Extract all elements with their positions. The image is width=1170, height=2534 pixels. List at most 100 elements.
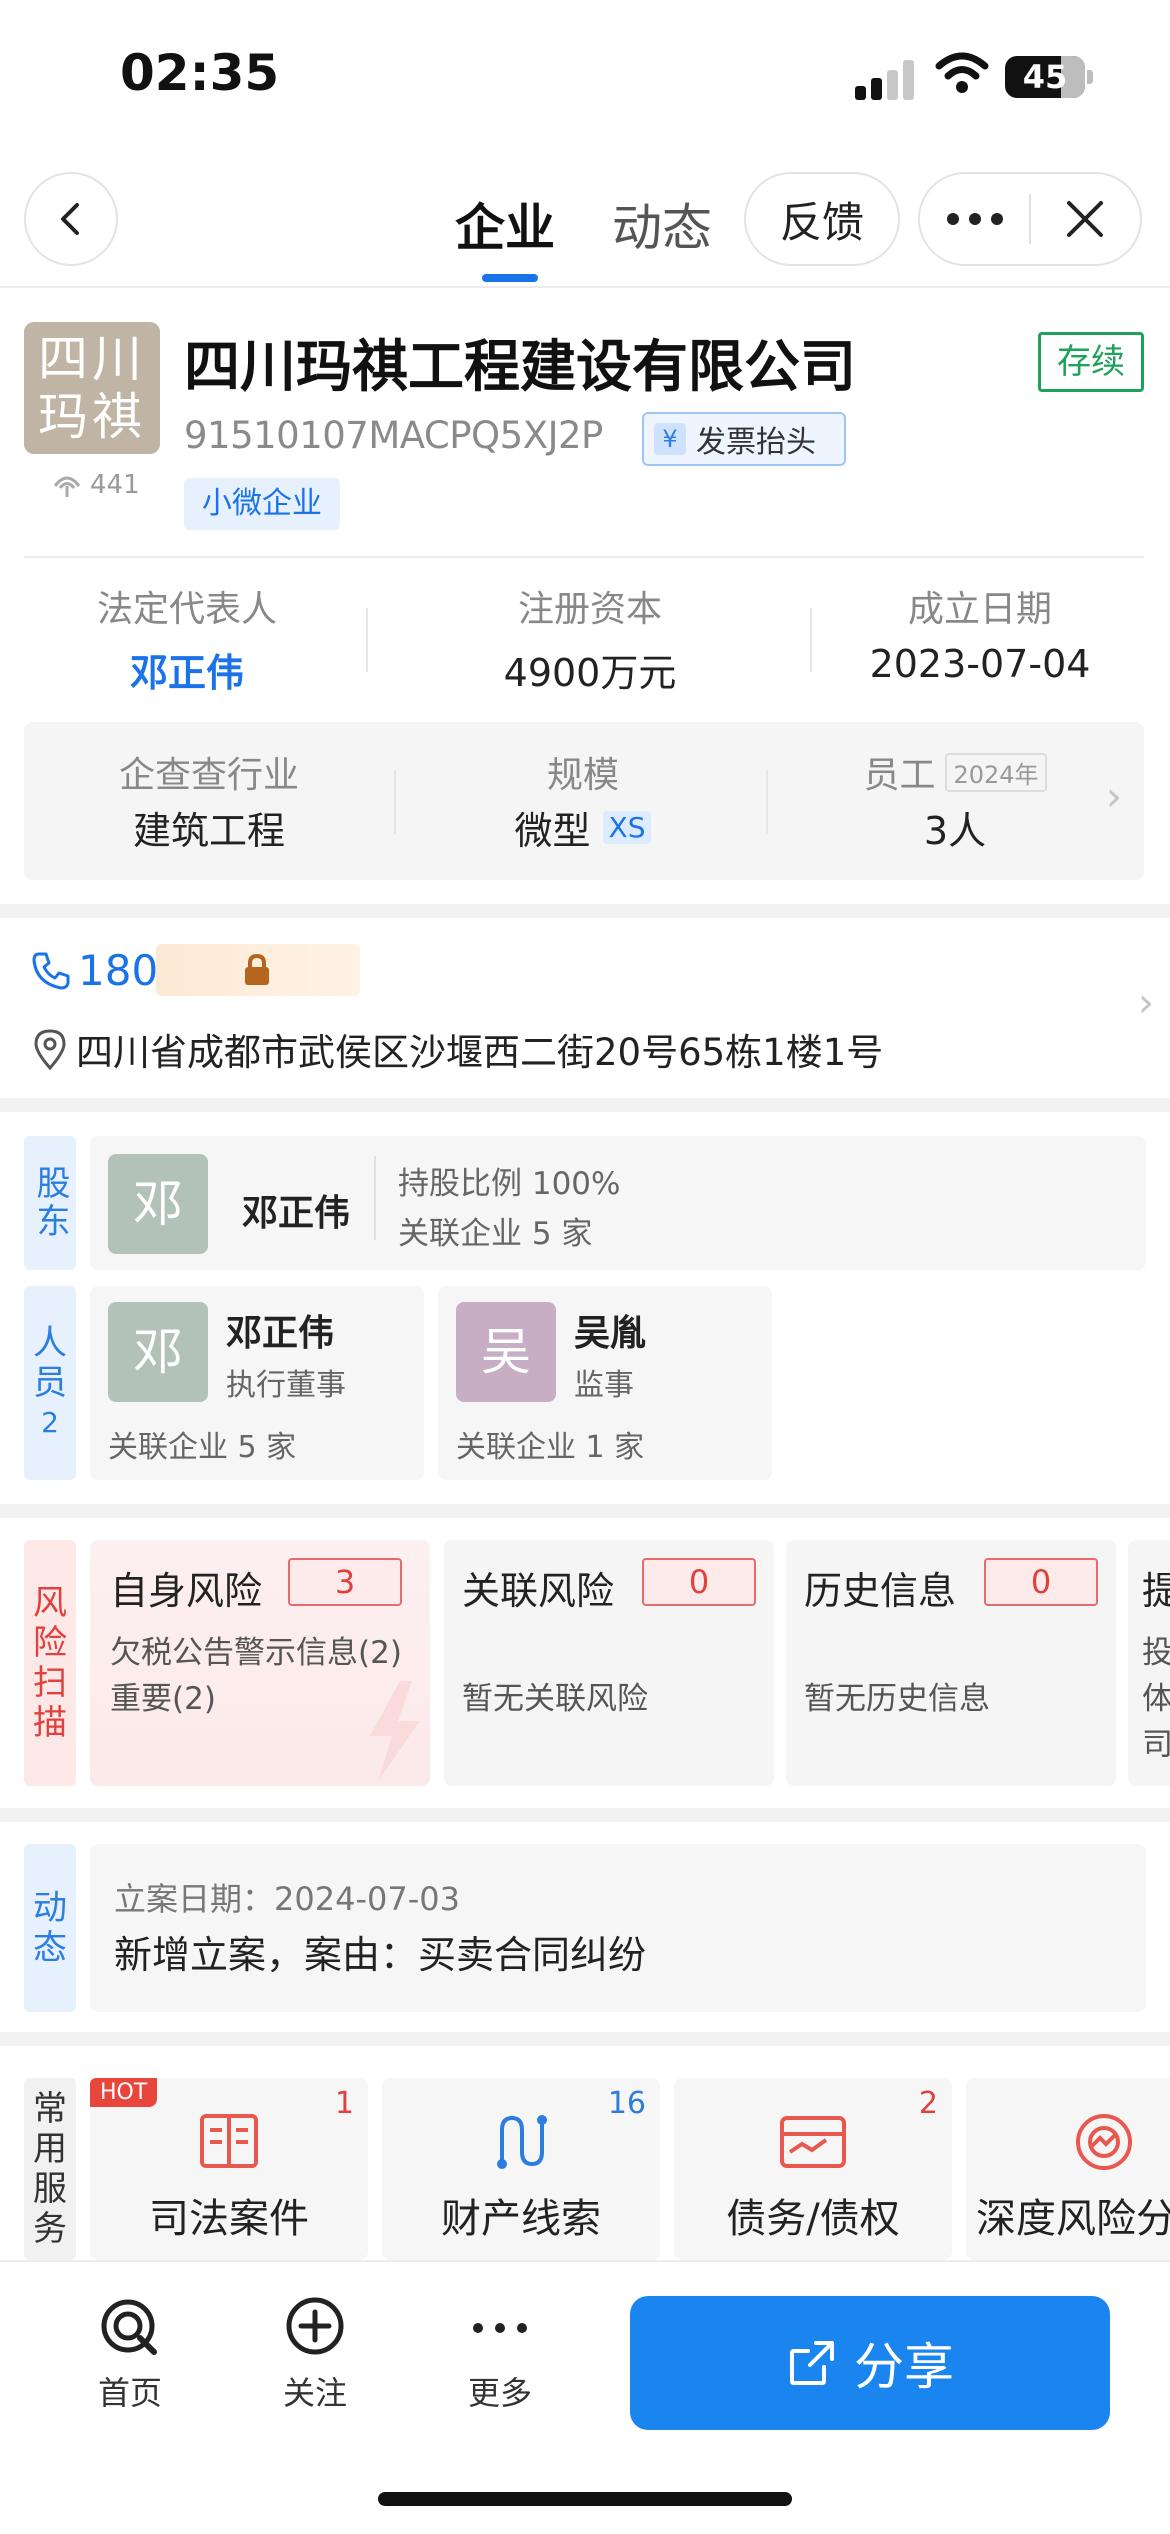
feedback-button[interactable]: 反馈 [744, 172, 900, 266]
industry-value: 建筑工程 [132, 809, 285, 853]
home-indicator [378, 2492, 792, 2506]
view-count: 441 [52, 470, 140, 500]
service-label: 债务/债权 [726, 2196, 900, 2242]
wifi-icon [935, 52, 989, 93]
risk-card-partial[interactable]: 提 投 体 司 [1128, 1540, 1170, 1786]
battery-icon: 45 [1005, 56, 1085, 98]
services-tag-char: 常 [33, 2089, 67, 2129]
tab-dynamics[interactable]: 动态 [612, 188, 712, 260]
founded-value: 2023-07-04 [869, 642, 1091, 686]
logo-line-1: 四川 [38, 330, 146, 388]
close-icon [1067, 201, 1103, 237]
staff-label: 员工 [863, 755, 936, 796]
dynamic-text: 新增立案，案由：买卖合同纠纷 [114, 1933, 647, 1977]
invoice-label: 发票抬头 [696, 425, 816, 460]
risk-tag-char: 风 [33, 1583, 67, 1623]
section-gap [0, 1808, 1170, 1822]
services-tag-char: 务 [33, 2209, 67, 2249]
debt-card-icon [780, 2116, 846, 2168]
dynamic-tag-char: 态 [33, 1928, 67, 1968]
risk-partial-line: 司 [1142, 1727, 1170, 1763]
shareholder-tag: 股东 [24, 1136, 76, 1270]
nav-follow[interactable]: 关注 [255, 2296, 375, 2414]
lock-icon [245, 954, 269, 985]
address-row[interactable]: 四川省成都市武侯区沙堰西二街20号65栋1楼1号 [30, 1022, 883, 1076]
nav-home[interactable]: 首页 [70, 2296, 190, 2414]
section-gap [0, 2032, 1170, 2046]
service-deep-risk[interactable]: 深度风险分 [966, 2078, 1170, 2260]
phone-number: 180 [78, 946, 159, 995]
company-size-tag[interactable]: 小微企业 [184, 478, 340, 530]
founded-label: 成立日期 [907, 589, 1052, 630]
service-label: 财产线索 [441, 2196, 601, 2242]
nav-more[interactable]: 更多 [440, 2296, 560, 2414]
capital-label: 注册资本 [517, 589, 662, 630]
service-judicial[interactable]: HOT 1 司法案件 [90, 2078, 368, 2260]
services-tag-char: 服 [33, 2169, 67, 2209]
shareholder-name[interactable]: 邓正伟 [242, 1184, 350, 1236]
section-gap [0, 904, 1170, 918]
service-assets[interactable]: 16 财产线索 [382, 2078, 660, 2260]
credit-code[interactable]: 91510107MACPQ5XJ2P [184, 414, 603, 457]
kv-separator [394, 770, 396, 834]
personnel-count: 2 [41, 1406, 59, 1439]
close-button[interactable] [1031, 174, 1139, 264]
staff-value: 3人 [923, 809, 987, 853]
person-name: 吴胤 [574, 1313, 647, 1354]
avatar: 吴 [456, 1302, 556, 1402]
nav-follow-label: 关注 [282, 2374, 347, 2412]
more-dots-icon [947, 213, 1003, 225]
share-label: 分享 [854, 2338, 954, 2396]
phone-locked-mask[interactable] [156, 944, 360, 996]
kv-separator [366, 608, 368, 672]
service-count: 1 [334, 2086, 354, 2121]
person-name: 邓正伟 [226, 1313, 335, 1354]
risk-partial-lines: 投 体 司 [1142, 1630, 1170, 1768]
back-button[interactable] [24, 172, 118, 266]
service-count: 16 [607, 2086, 646, 2121]
radar-icon [1076, 2114, 1132, 2170]
path-icon [497, 2115, 547, 2169]
status-badge: 存续 [1038, 332, 1144, 392]
risk-title-partial: 提 [1142, 1569, 1170, 1613]
share-button[interactable]: 分享 [630, 2296, 1110, 2430]
battery-level: 45 [1022, 58, 1068, 96]
risk-tag-char: 险 [33, 1623, 67, 1663]
dynamic-tag: 动 态 [24, 1844, 76, 2012]
risk-desc: 暂无关联风险 [462, 1681, 648, 1717]
legal-rep-value[interactable]: 邓正伟 [22, 642, 352, 697]
more-options-button[interactable] [921, 174, 1029, 264]
risk-partial-line: 投 [1142, 1635, 1170, 1671]
section-gap [0, 1504, 1170, 1518]
mini-program-capsule [918, 172, 1142, 266]
service-debt[interactable]: 2 债务/债权 [674, 2078, 952, 2260]
shareholder-related[interactable]: 关联企业 5 家 [398, 1208, 592, 1253]
service-count: 2 [918, 2086, 938, 2121]
risk-desc: 暂无历史信息 [804, 1681, 990, 1717]
cellular-signal-icon [855, 58, 915, 100]
card-divider [374, 1156, 376, 1240]
service-label: 司法案件 [149, 2196, 309, 2242]
nav-divider [0, 286, 1170, 288]
capital-value: 4900万元 [503, 651, 677, 695]
yen-icon: ¥ [654, 423, 686, 455]
section-gap [0, 1098, 1170, 1112]
invoice-header-button[interactable]: ¥ 发票抬头 [642, 412, 846, 466]
risk-desc: 重要(2) [110, 1681, 216, 1717]
risk-tag-char: 扫 [33, 1663, 67, 1703]
services-tag-char: 用 [33, 2129, 67, 2169]
service-label: 深度风险分 [976, 2196, 1170, 2242]
scale-label: 规模 [546, 755, 619, 796]
person-related: 关联企业 1 家 [456, 1430, 645, 1465]
person-role: 监事 [574, 1368, 634, 1403]
risk-title: 关联风险 [462, 1569, 615, 1613]
hot-badge: HOT [90, 2078, 158, 2107]
phone-row[interactable]: 180 [30, 946, 158, 995]
shareholder-tag-text: 股东 [30, 1165, 70, 1241]
nav-home-label: 首页 [97, 2374, 162, 2412]
risk-title: 历史信息 [804, 1569, 957, 1613]
scale-value-group: 微型 XS [418, 800, 748, 855]
address-text: 四川省成都市武侯区沙堰西二街20号65栋1楼1号 [76, 1031, 884, 1074]
lightning-icon [370, 1681, 420, 1781]
tab-enterprise[interactable]: 企业 [455, 188, 555, 260]
